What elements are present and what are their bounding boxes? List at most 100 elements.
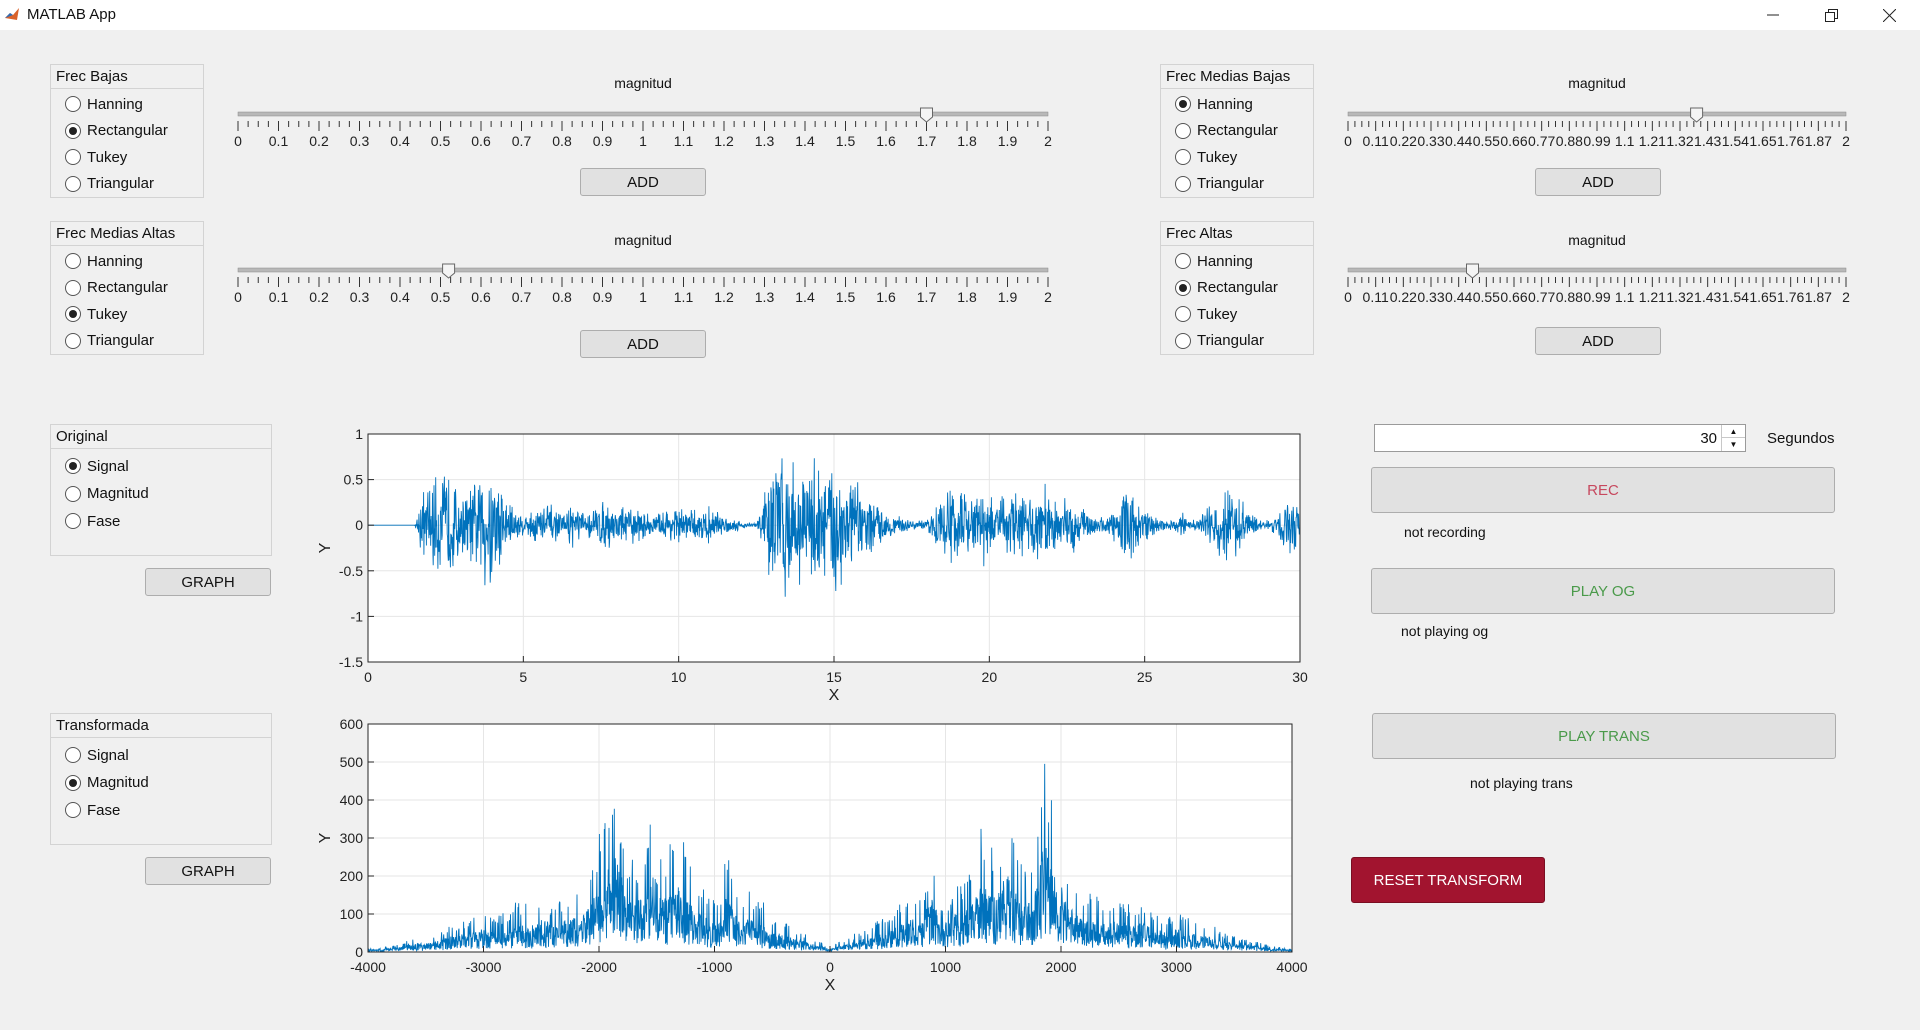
slider-tick-label: 0.3 [350,289,370,305]
x-axis-label: X [825,977,836,994]
radio-rectangular[interactable]: Rectangular [1175,120,1278,142]
slider-tick-label: 1 [639,133,647,149]
duration-spinner[interactable]: 30 ▲ ▼ [1374,424,1746,452]
radio-tukey[interactable]: Tukey [65,146,127,168]
y-tick-label: 0.5 [344,472,364,488]
add-button-altas[interactable]: ADD [1535,327,1661,355]
slider-tick-label: 0.88 [1556,289,1583,305]
window-title: MATLAB App [27,6,116,23]
y-tick-label: -1 [351,608,364,624]
slider-tick-label: 1.1 [674,289,694,305]
slider-tick-label: 1.43 [1694,133,1721,149]
radio-label: Signal [87,746,129,764]
y-axis-label: Y [317,542,334,553]
radio-label: Rectangular [87,279,168,296]
radio-unselected-icon [1175,149,1191,165]
radio-unselected-icon [1175,332,1191,349]
radio-label: Fase [87,801,121,819]
slider-tick-label: 1.1 [1615,289,1635,305]
radio-selected-icon [65,774,81,791]
radio-label: Rectangular [1197,279,1278,296]
radio-selected-icon [65,306,81,322]
magnitud-slider-bajas[interactable]: 0 0.1 0.2 0.3 0.4 0.5 0.6 0.7 0.8 0.9 1 1.1 1.2 1.3 1.… [228,104,1058,154]
spinner-buttons: ▲ ▼ [1721,425,1745,451]
x-tick-label: 0 [826,959,834,975]
radio-label: Signal [87,457,129,475]
slider-tick-label: 1.6 [876,289,896,305]
restore-icon[interactable] [1802,0,1860,30]
slider-tick-label: 0.5 [431,289,451,305]
close-icon[interactable] [1860,0,1918,30]
play-trans-button[interactable]: PLAY TRANS [1372,713,1836,759]
panel-bajas: Frec Bajas Hanning Rectangular Tukey Triangu… [50,64,204,198]
slider-tick-label: 1.87 [1805,289,1832,305]
radio-triangular[interactable]: Triangular [1175,173,1264,195]
slider-tick-label: 0.44 [1445,289,1472,305]
radio-label: Fase [87,512,121,530]
add-button-medias-altas[interactable]: ADD [580,330,706,358]
x-tick-label: 10 [671,669,687,685]
radio-rectangular[interactable]: Rectangular [65,120,168,142]
slider-tick-label: 1.9 [998,133,1018,149]
radio-triangular[interactable]: Triangular [65,330,154,352]
slider-track [1347,267,1847,273]
play-trans-status: not playing trans [1470,775,1573,791]
magnitud-slider-altas[interactable]: 0 0.11 0.22 0.33 0.44 0.55 0.66 0.77 0.88 0.99 1.1… [1338,260,1856,310]
radio-unselected-icon [65,253,81,269]
radio-tukey[interactable]: Tukey [65,303,127,325]
radio-tukey[interactable]: Tukey [1175,303,1237,325]
reset-transform-button[interactable]: RESET TRANSFORM [1351,857,1545,903]
matlab-app-icon [4,6,20,22]
slider-tick-label: 2 [1044,289,1052,305]
magnitud-slider-medias-bajas[interactable]: 0 0.11 0.22 0.33 0.44 0.55 0.66 0.77 0.88 0.99 1.1… [1338,104,1856,154]
radio-hanning[interactable]: Hanning [65,250,143,272]
slider-tick-label: 0 [234,133,242,149]
slider-tick-label: 0.9 [593,289,613,305]
radio-hanning[interactable]: Hanning [1175,93,1253,115]
panel-medias-bajas: Frec Medias Bajas Hanning Rectangular Tukey… [1160,64,1314,198]
radio-unselected-icon [65,802,81,818]
slider-tick-label: 0 [234,289,242,305]
slider-tick-label: 0.6 [471,133,491,149]
slider-tick-label: 0.2 [309,289,329,305]
slider-track [1347,111,1847,117]
rec-button[interactable]: REC [1371,467,1835,513]
radio-signal[interactable]: Signal [65,744,129,766]
radio-triangular[interactable]: Triangular [1175,330,1264,352]
slider-tick-label: 0.2 [309,133,329,149]
radio-signal[interactable]: Signal [65,455,129,477]
panel-altas: Frec Altas Hanning Rectangular Tukey Triangu… [1160,221,1314,355]
y-tick-label: 1 [355,426,363,442]
slider-magnitud-label: magnitud [614,232,672,248]
spinner-down-icon[interactable]: ▼ [1722,438,1745,451]
radio-fase[interactable]: Fase [65,799,120,821]
radio-label: Tukey [1197,148,1238,166]
x-tick-label: -2000 [581,959,617,975]
minimize-icon[interactable] [1744,0,1802,30]
radio-magnitud[interactable]: Magnitud [65,772,149,794]
slider-tick-label: 0.1 [269,133,289,149]
magnitud-slider-medias-altas[interactable]: 0 0.1 0.2 0.3 0.4 0.5 0.6 0.7 0.8 0.9 1 1.1 1.2 1.3 1.… [228,260,1058,310]
radio-label: Triangular [87,175,154,192]
graph-transform-button[interactable]: GRAPH [145,857,271,885]
slider-magnitud-label: magnitud [1568,232,1626,248]
slider-tick-label: 0.77 [1528,133,1555,149]
slider-tick-label: 1.1 [1615,133,1635,149]
graph-original-button[interactable]: GRAPH [145,568,271,596]
play-og-button[interactable]: PLAY OG [1371,568,1835,614]
radio-hanning[interactable]: Hanning [1175,250,1253,272]
radio-rectangular[interactable]: Rectangular [65,277,168,299]
transform-panel: Transformada Signal Magnitud Fase [50,713,272,845]
y-tick-label: 600 [340,716,364,732]
y-tick-label: 0 [355,517,363,533]
radio-hanning[interactable]: Hanning [65,93,143,115]
add-button-medias-bajas[interactable]: ADD [1535,168,1661,196]
radio-tukey[interactable]: Tukey [1175,146,1237,168]
radio-fase[interactable]: Fase [65,510,120,532]
spinner-up-icon[interactable]: ▲ [1722,425,1745,438]
radio-triangular[interactable]: Triangular [65,173,154,195]
radio-unselected-icon [1175,253,1191,269]
radio-magnitud[interactable]: Magnitud [65,483,149,505]
radio-rectangular[interactable]: Rectangular [1175,277,1278,299]
add-button-bajas[interactable]: ADD [580,168,706,196]
